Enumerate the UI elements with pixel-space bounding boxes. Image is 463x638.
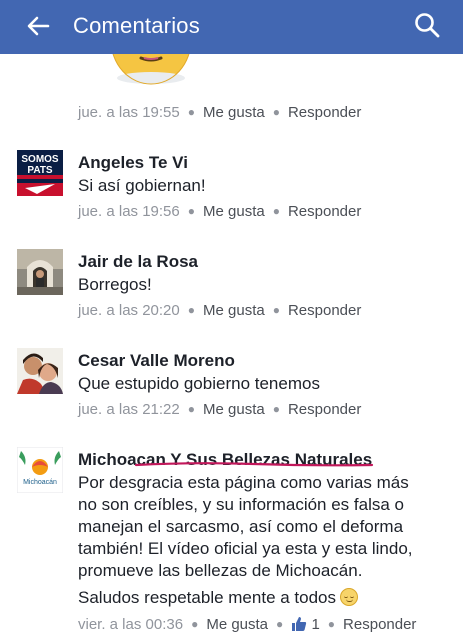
thumbs-up-icon (292, 617, 307, 631)
separator-dot: ● (327, 617, 336, 631)
like-button[interactable]: Me gusta (203, 203, 265, 220)
back-arrow-icon[interactable] (24, 12, 52, 40)
separator-dot: ● (272, 402, 280, 416)
separator-dot: ● (191, 617, 199, 631)
reply-button[interactable]: Responder (343, 616, 416, 633)
comment-meta: jue. a las 20:20 ● Me gusta ● Responder (78, 301, 361, 321)
reply-button[interactable]: Responder (288, 104, 361, 121)
avatar[interactable]: Michoacán (17, 447, 63, 493)
comment-author[interactable]: Cesar Valle Moreno (78, 350, 235, 372)
handwritten-underline (134, 462, 374, 467)
smile-emoji-icon (340, 588, 359, 606)
reply-button[interactable]: Responder (288, 401, 361, 418)
comment-timestamp: jue. a las 20:20 (78, 302, 180, 319)
comment-timestamp: jue. a las 21:22 (78, 401, 180, 418)
comment-meta: jue. a las 19:56 ● Me gusta ● Responder (78, 202, 361, 222)
like-button[interactable]: Me gusta (203, 104, 265, 121)
like-button[interactable]: Me gusta (206, 616, 268, 633)
comment-text: Borregos! (78, 275, 152, 294)
separator-dot: ● (272, 204, 280, 218)
search-icon[interactable] (413, 11, 441, 39)
comment-text-line: Saludos respetable mente a todos (78, 587, 359, 609)
comment-text: Que estupido gobierno tenemos (78, 374, 320, 393)
avatar-photo (17, 249, 63, 295)
comment-timestamp: vier. a las 00:36 (78, 616, 184, 633)
separator-dot: ● (187, 303, 195, 317)
michoacan-logo: Michoacán (17, 447, 63, 493)
avatar[interactable] (17, 249, 63, 295)
separator-dot: ● (276, 617, 284, 631)
svg-text:Michoacán: Michoacán (23, 479, 57, 486)
app-bar: Comentarios (0, 0, 463, 54)
somos-pats-logo: SOMOS PATS (17, 150, 63, 196)
comment-text-line: Por desgracia esta página como varias má… (78, 473, 409, 492)
comment-timestamp: jue. a las 19:56 (78, 203, 180, 220)
comment-meta: jue. a las 21:22 ● Me gusta ● Responder (78, 400, 361, 420)
sticker-image (112, 54, 190, 85)
separator-dot: ● (187, 204, 195, 218)
comment-meta: vier. a las 00:36 ● Me gusta ● 1 ● Responder (78, 615, 416, 635)
svg-text:PATS: PATS (27, 165, 53, 176)
comment-author[interactable]: Angeles Te Vi (78, 152, 188, 174)
comment-text-line: también! El vídeo oficial ya esta y esta… (78, 539, 413, 558)
comment-author[interactable]: Jair de la Rosa (78, 251, 198, 273)
like-button[interactable]: Me gusta (203, 401, 265, 418)
comment-meta: jue. a las 19:55 ● Me gusta ● Responder (78, 103, 361, 123)
greeting-text: Saludos respetable mente a todos (78, 588, 337, 607)
separator-dot: ● (187, 105, 195, 119)
comment-text: Si así gobiernan! (78, 176, 206, 195)
avatar[interactable]: SOMOS PATS (17, 150, 63, 196)
avatar-photo (17, 348, 63, 394)
comment-text-line: manejan el sarcasmo, así como el deforma (78, 517, 404, 536)
reply-button[interactable]: Responder (288, 302, 361, 319)
reply-button[interactable]: Responder (288, 203, 361, 220)
comment-text-line: no son creíbles, y su información es fal… (78, 495, 404, 514)
separator-dot: ● (187, 402, 195, 416)
page-title: Comentarios (73, 13, 200, 38)
svg-text:SOMOS: SOMOS (21, 154, 59, 165)
separator-dot: ● (272, 303, 280, 317)
comment-text: Por desgracia esta página como varias má… (78, 472, 448, 582)
comment-text-line: promueve las bellezas de Michoacán. (78, 561, 363, 580)
separator-dot: ● (272, 105, 280, 119)
reaction-count[interactable]: 1 (311, 616, 319, 633)
like-button[interactable]: Me gusta (203, 302, 265, 319)
avatar[interactable] (17, 348, 63, 394)
comment-timestamp: jue. a las 19:55 (78, 104, 180, 121)
